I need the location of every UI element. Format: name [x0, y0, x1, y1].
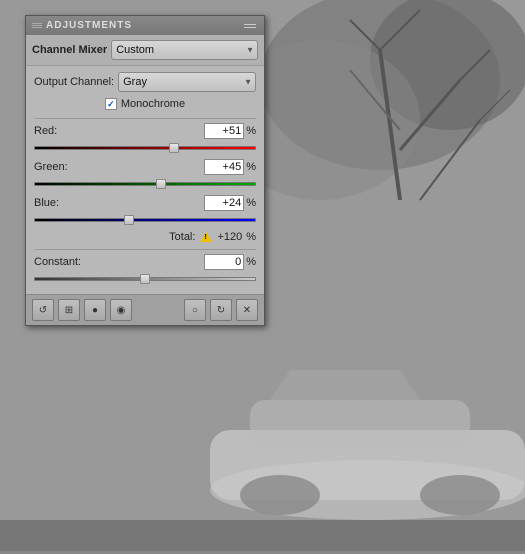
eye-button[interactable]: ◉	[110, 299, 132, 321]
panel-grip[interactable]	[32, 23, 42, 28]
red-slider-top: Red: %	[34, 123, 256, 139]
preset-label: Channel Mixer	[32, 44, 107, 56]
constant-pct: %	[246, 256, 256, 268]
red-thumb[interactable]	[169, 143, 179, 153]
blue-track	[34, 218, 256, 222]
total-label: Total:	[169, 231, 195, 243]
green-track-wrapper[interactable]	[34, 177, 256, 189]
panel-title: ADJUSTMENTS	[46, 20, 132, 31]
red-slider-row: Red: %	[34, 123, 256, 153]
green-thumb[interactable]	[156, 179, 166, 189]
blue-track-wrapper[interactable]	[34, 213, 256, 225]
divider-1	[34, 118, 256, 119]
preset-row: Channel Mixer Custom Black & White with …	[26, 35, 264, 66]
output-channel-select[interactable]: Gray Red Green Blue	[118, 72, 256, 92]
constant-value-wrapper: %	[89, 254, 256, 270]
blue-thumb[interactable]	[124, 215, 134, 225]
panel-body: Output Channel: Gray Red Green Blue ▼ Mo…	[26, 66, 264, 294]
constant-track-wrapper[interactable]	[34, 272, 256, 284]
monochrome-checkbox[interactable]	[105, 98, 117, 110]
output-channel-label: Output Channel:	[34, 76, 114, 88]
red-value-wrapper: %	[79, 123, 256, 139]
panel-header: ADJUSTMENTS	[26, 16, 264, 35]
clip-button[interactable]: ⊞	[58, 299, 80, 321]
delete-button[interactable]: ✕	[236, 299, 258, 321]
blue-slider-row: Blue: %	[34, 195, 256, 225]
constant-thumb[interactable]	[140, 274, 150, 284]
panel-toolbar: ↺ ⊞ ● ◉ ○ ↻ ✕	[26, 294, 264, 325]
reset-button[interactable]: ↺	[32, 299, 54, 321]
blue-pct: %	[246, 197, 256, 209]
blue-slider-top: Blue: %	[34, 195, 256, 211]
total-row: Total: +120 %	[34, 231, 256, 243]
blue-label: Blue:	[34, 197, 79, 209]
total-value: +120	[217, 231, 242, 243]
red-track-wrapper[interactable]	[34, 141, 256, 153]
red-pct: %	[246, 125, 256, 137]
red-track	[34, 146, 256, 150]
warning-icon	[199, 231, 213, 243]
output-channel-row: Output Channel: Gray Red Green Blue ▼	[34, 72, 256, 92]
green-slider-row: Green: %	[34, 159, 256, 189]
refresh-button[interactable]: ↻	[210, 299, 232, 321]
panel-header-left: ADJUSTMENTS	[32, 20, 132, 31]
output-channel-select-wrapper[interactable]: Gray Red Green Blue ▼	[118, 72, 256, 92]
warning-triangle	[200, 232, 212, 242]
blue-value-input[interactable]	[204, 195, 244, 211]
constant-slider-top: Constant: %	[34, 254, 256, 270]
green-slider-top: Green: %	[34, 159, 256, 175]
green-label: Green:	[34, 161, 79, 173]
constant-label: Constant:	[34, 256, 89, 268]
red-value-input[interactable]	[204, 123, 244, 139]
divider-2	[34, 249, 256, 250]
green-value-input[interactable]	[204, 159, 244, 175]
blue-value-wrapper: %	[79, 195, 256, 211]
panel-menu-button[interactable]	[244, 21, 258, 31]
monochrome-row: Monochrome	[34, 98, 256, 110]
constant-slider-row: Constant: %	[34, 254, 256, 284]
preset-select-wrapper[interactable]: Custom Black & White with Red Filter Bla…	[111, 40, 258, 60]
circle-button[interactable]: ●	[84, 299, 106, 321]
red-label: Red:	[34, 125, 79, 137]
adjustments-panel: ADJUSTMENTS Channel Mixer Custom Black &…	[25, 15, 265, 326]
green-pct: %	[246, 161, 256, 173]
total-pct: %	[246, 231, 256, 243]
monochrome-label: Monochrome	[121, 98, 185, 110]
preset-select[interactable]: Custom Black & White with Red Filter Bla…	[111, 40, 258, 60]
green-value-wrapper: %	[79, 159, 256, 175]
constant-value-input[interactable]	[204, 254, 244, 270]
green-track	[34, 182, 256, 186]
mask-button[interactable]: ○	[184, 299, 206, 321]
